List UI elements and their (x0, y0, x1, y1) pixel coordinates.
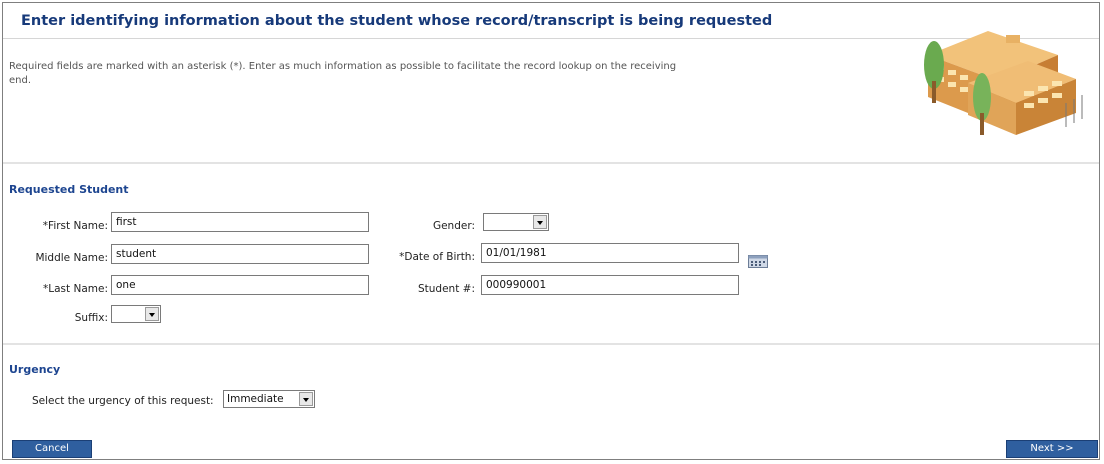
first-name-label: *First Name: (42, 220, 108, 232)
gender-label: Gender: (432, 220, 475, 232)
date-of-birth-label: *Date of Birth: (399, 251, 475, 263)
page-title: Enter identifying information about the … (21, 13, 773, 29)
urgency-label: Select the urgency of this request: (32, 395, 214, 407)
student-number-label: Student #: (417, 283, 475, 295)
middle-name-field[interactable] (111, 244, 369, 264)
urgency-heading: Urgency (9, 363, 61, 376)
last-name-field[interactable] (111, 275, 369, 295)
date-of-birth-field[interactable] (481, 243, 739, 263)
middle-name-label: Middle Name: (35, 252, 108, 264)
section-divider (3, 162, 1099, 164)
cancel-button[interactable]: Cancel (12, 440, 92, 458)
next-button[interactable]: Next >> (1006, 440, 1098, 458)
intro-text: Required fields are marked with an aster… (9, 61, 677, 86)
last-name-label: *Last Name: (43, 283, 108, 295)
student-number-field[interactable] (481, 275, 739, 295)
school-building-illustration (924, 31, 1083, 135)
gender-select[interactable] (483, 213, 549, 231)
suffix-label: Suffix: (74, 312, 108, 324)
chevron-down-icon[interactable] (299, 392, 313, 406)
chevron-down-icon[interactable] (533, 215, 547, 229)
urgency-value: Immediate (227, 393, 284, 405)
chevron-down-icon[interactable] (145, 307, 159, 321)
section-divider (3, 343, 1099, 345)
suffix-select[interactable] (111, 305, 161, 323)
urgency-select[interactable]: Immediate (223, 390, 315, 408)
first-name-field[interactable] (111, 212, 369, 232)
requested-student-heading: Requested Student (9, 183, 129, 196)
calendar-icon[interactable] (748, 255, 768, 268)
form-frame: Enter identifying information about the … (2, 2, 1100, 460)
